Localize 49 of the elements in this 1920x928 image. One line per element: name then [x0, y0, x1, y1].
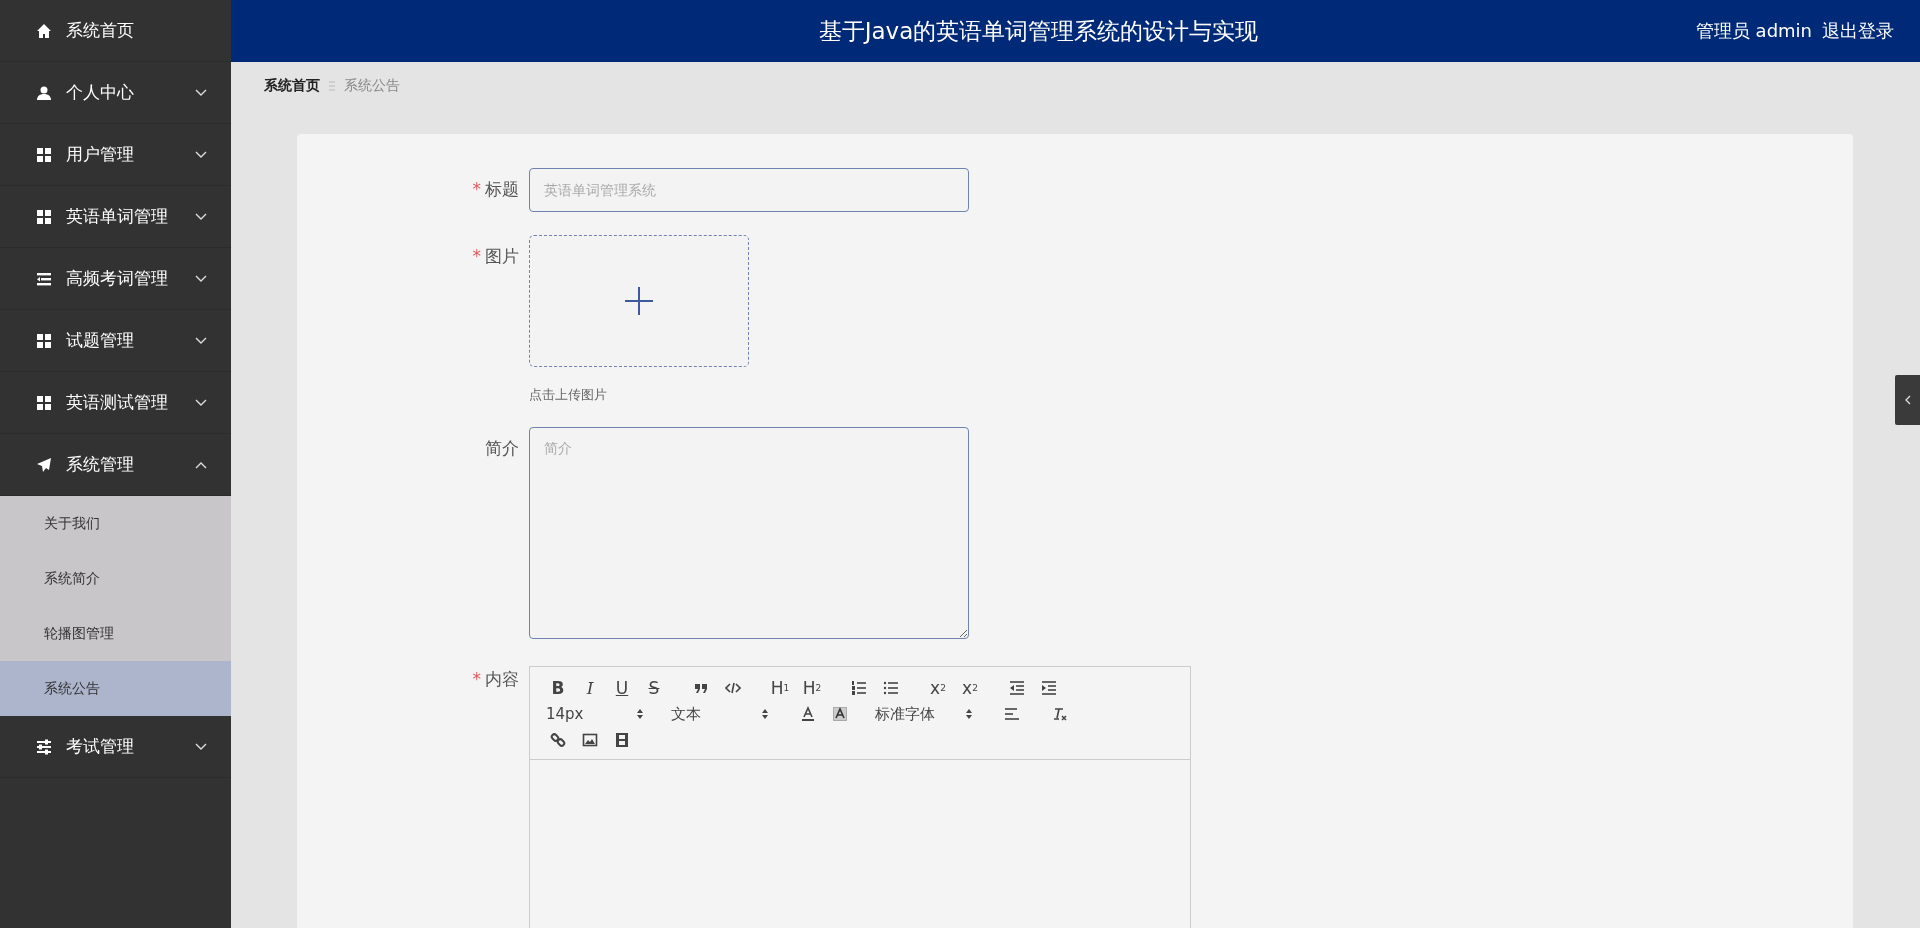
upload-hint: 点击上传图片 — [529, 386, 608, 404]
grid-icon — [36, 394, 52, 411]
updown-icon — [636, 708, 644, 720]
grid-icon — [36, 146, 52, 163]
logout-link[interactable]: 退出登录 — [1822, 19, 1894, 43]
code-icon — [725, 680, 741, 696]
updown-icon — [965, 708, 973, 720]
field-label: * 图片 — [471, 245, 520, 268]
sliders-icon — [36, 738, 52, 755]
format-button[interactable]: B — [542, 676, 574, 700]
submenu-item[interactable]: 关于我们 — [0, 496, 231, 551]
field-label: * 标题 — [471, 178, 520, 201]
plus-icon — [624, 286, 654, 316]
bullet-list-icon — [883, 680, 899, 696]
field-label: 简介 — [484, 437, 520, 460]
chevron-left-icon — [1904, 395, 1911, 405]
list-icon — [36, 270, 52, 287]
highlight-icon — [832, 706, 848, 722]
title-field[interactable]: 英语单词管理系统 — [529, 168, 969, 212]
text-color-icon — [800, 706, 816, 722]
format-button[interactable]: S — [638, 676, 670, 700]
clear-format-icon — [1051, 706, 1067, 722]
field-label: * 内容 — [471, 668, 520, 691]
editor-select[interactable]: 标准字体 — [871, 702, 981, 726]
submenu-item[interactable]: 轮播图管理 — [0, 606, 231, 661]
image-icon — [582, 732, 598, 748]
link-icon — [550, 732, 566, 748]
outdent-icon — [1009, 680, 1025, 696]
grid-icon — [36, 208, 52, 225]
app-title: 基于Java的英语单词管理系统的设计与实现 — [817, 16, 1260, 46]
breadcrumb-item[interactable]: 系统首页 — [264, 77, 320, 95]
editor-select[interactable]: 文本 — [667, 702, 777, 726]
paper-plane-icon — [36, 456, 52, 473]
submenu-item[interactable]: 系统公告 — [0, 661, 231, 716]
editor-select[interactable]: 14px — [542, 702, 652, 726]
updown-icon — [761, 708, 769, 720]
format-button[interactable]: x$^{2}$ — [954, 676, 986, 700]
film-icon — [614, 732, 630, 748]
ordered-list-icon — [851, 680, 867, 696]
submenu-item[interactable]: 系统简介 — [0, 551, 231, 606]
format-button[interactable]: I — [574, 676, 606, 700]
grid-icon — [36, 332, 52, 349]
user-label: 管理员 admin — [1695, 19, 1812, 43]
user-icon — [36, 84, 52, 101]
indent-icon — [1041, 680, 1057, 696]
format-button[interactable]: U — [606, 676, 638, 700]
home-icon — [36, 22, 52, 39]
align-icon — [1004, 706, 1020, 722]
summary-field[interactable]: 简介 — [529, 427, 969, 639]
